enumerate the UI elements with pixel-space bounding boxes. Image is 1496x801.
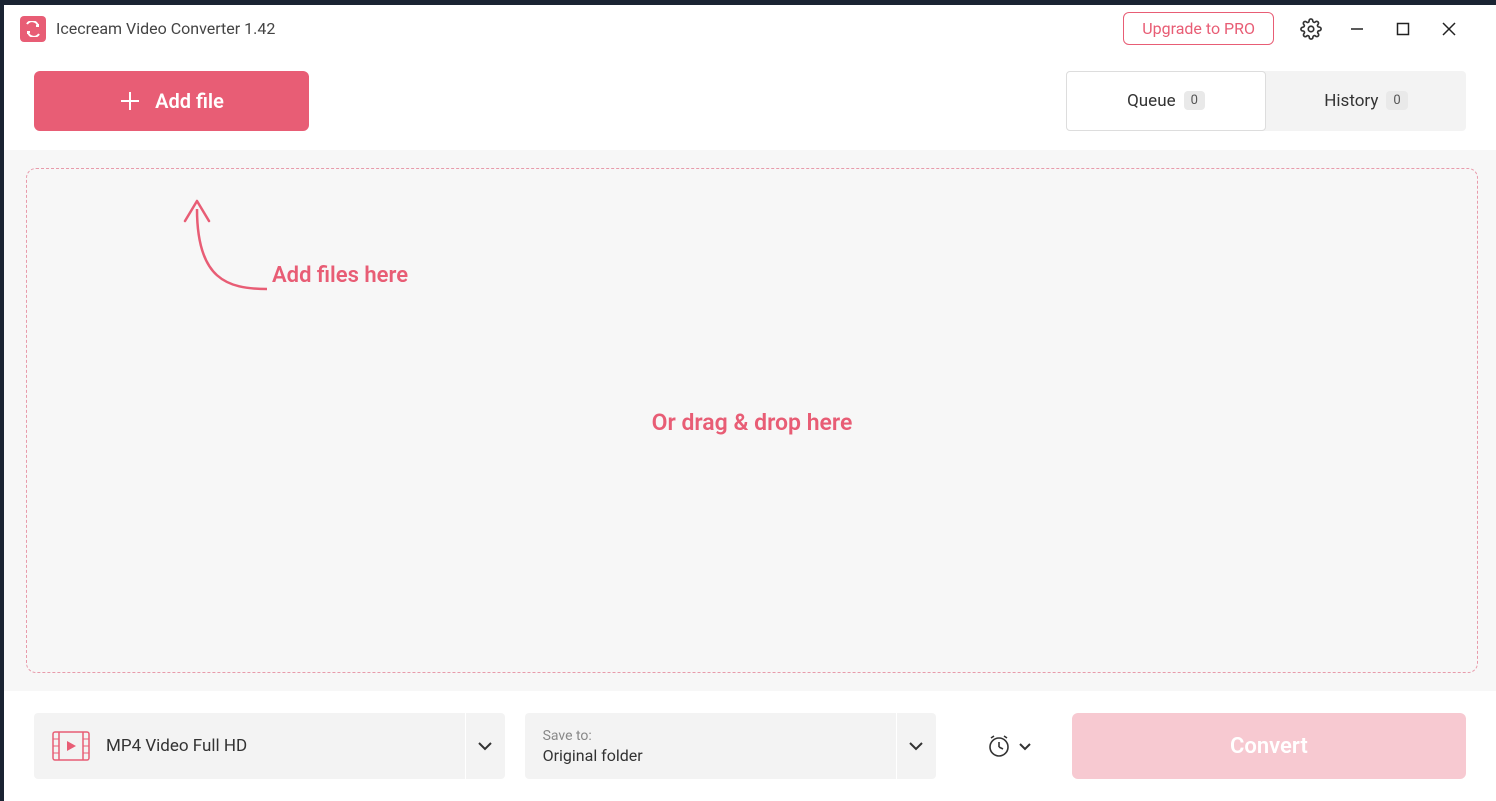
tab-history-label: History: [1324, 91, 1378, 111]
tab-history[interactable]: History 0: [1266, 71, 1466, 131]
convert-button[interactable]: Convert: [1072, 713, 1466, 779]
tab-queue-label: Queue: [1127, 91, 1175, 111]
upgrade-pro-button[interactable]: Upgrade to PRO: [1123, 12, 1274, 45]
close-button[interactable]: [1429, 9, 1469, 49]
tab-queue-badge: 0: [1184, 91, 1205, 110]
save-to-label: Save to:: [543, 728, 643, 744]
chevron-down-icon: [908, 741, 924, 751]
app-title: Icecream Video Converter 1.42: [56, 19, 275, 38]
save-to-select-arrow[interactable]: [896, 713, 936, 779]
video-format-icon: [52, 731, 90, 761]
hint-drag-drop: Or drag & drop here: [27, 409, 1477, 436]
dropzone[interactable]: Add files here Or drag & drop here: [26, 168, 1478, 673]
chevron-down-icon: [477, 741, 493, 751]
add-file-button[interactable]: Add file: [34, 71, 309, 131]
chevron-down-icon: [1018, 742, 1032, 751]
add-file-label: Add file: [155, 89, 224, 113]
save-to-select[interactable]: Save to: Original folder: [525, 713, 936, 779]
clock-icon: [986, 733, 1012, 759]
tab-queue[interactable]: Queue 0: [1066, 71, 1266, 131]
save-to-value: Original folder: [543, 746, 643, 765]
format-label: MP4 Video Full HD: [106, 736, 247, 756]
bottombar: MP4 Video Full HD Save to: Original fold…: [4, 691, 1496, 801]
main-area: Add files here Or drag & drop here: [4, 150, 1496, 691]
gear-icon: [1300, 18, 1322, 40]
titlebar: Icecream Video Converter 1.42 Upgrade to…: [4, 0, 1496, 52]
toolbar: Add file Queue 0 History 0: [4, 52, 1496, 150]
hint-arrow-icon: [157, 189, 277, 299]
tabs: Queue 0 History 0: [1066, 71, 1466, 131]
hint-add-files: Add files here: [272, 263, 408, 288]
settings-button[interactable]: [1291, 9, 1331, 49]
maximize-icon: [1396, 22, 1410, 36]
format-select[interactable]: MP4 Video Full HD: [34, 713, 505, 779]
minimize-icon: [1349, 21, 1365, 37]
maximize-button[interactable]: [1383, 9, 1423, 49]
minimize-button[interactable]: [1337, 9, 1377, 49]
format-select-arrow[interactable]: [465, 713, 505, 779]
close-icon: [1441, 21, 1457, 37]
app-logo-icon: [20, 16, 46, 42]
schedule-button[interactable]: [986, 733, 1032, 759]
tab-history-badge: 0: [1386, 91, 1407, 110]
plus-icon: [119, 90, 141, 112]
